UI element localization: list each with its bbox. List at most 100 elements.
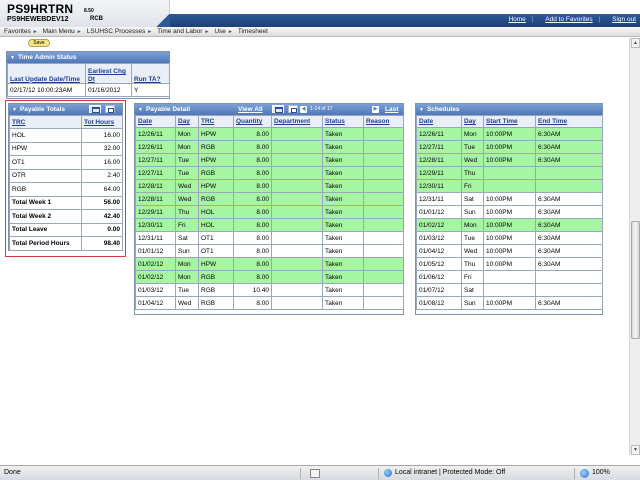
cell-day: Mon	[175, 127, 199, 141]
breadcrumb-use[interactable]: Use	[214, 27, 226, 37]
table-row: Total Week 2 42.40	[9, 209, 123, 224]
col-header-run-ta[interactable]: Run TA?	[131, 63, 170, 84]
cell-end-time: 6:30AM	[535, 244, 603, 258]
cell-trc: HOL	[9, 128, 82, 143]
cell-date: 01/02/12	[135, 257, 176, 271]
table-row: 01/02/12 Mon HPW 8.00 Taken	[135, 257, 404, 271]
cell-run-ta: Y	[131, 83, 170, 97]
cell-start-time: 10:00PM	[483, 244, 536, 258]
cell-day: Wed	[175, 192, 199, 206]
cell-day: Sun	[175, 244, 199, 258]
cell-trc: RGB	[198, 192, 234, 206]
cell-end-time	[535, 283, 603, 297]
divider	[378, 468, 379, 479]
zoom-icon[interactable]	[580, 469, 589, 478]
cell-start-time: 10:00PM	[483, 218, 536, 232]
security-zone-text[interactable]: Local intranet | Protected Mode: Off	[395, 469, 505, 476]
home-link[interactable]: Home	[508, 16, 525, 23]
zoom-level[interactable]: 100%	[592, 469, 610, 476]
cell-day: Sun	[461, 205, 484, 219]
breadcrumb-main-menu[interactable]: Main Menu	[43, 27, 75, 37]
col-header-date[interactable]: Date	[135, 115, 176, 128]
col-header-start-time[interactable]: Start Time	[483, 115, 536, 128]
download-icon[interactable]	[105, 105, 115, 113]
cell-tot-hours: 56.00	[81, 195, 123, 210]
save-button[interactable]: Save	[28, 39, 50, 47]
cell-trc: RGB	[198, 296, 234, 310]
cell-end-time	[535, 270, 603, 284]
cell-start-time: 10:00PM	[483, 205, 536, 219]
cell-day: Thu	[461, 257, 484, 271]
col-header-quantity[interactable]: Quantity	[233, 115, 272, 128]
cell-status: Taken	[322, 257, 364, 271]
breadcrumb-timesheet[interactable]: Timesheet	[238, 27, 268, 37]
cell-date: 01/01/12	[416, 205, 462, 219]
cell-quantity: 8.00	[233, 127, 272, 141]
cell-day: Sat	[461, 192, 484, 206]
collapse-triangle-icon[interactable]: ▼	[12, 107, 17, 113]
breadcrumb-favorites[interactable]: Favorites	[4, 27, 31, 37]
col-header-date[interactable]: Date	[416, 115, 462, 128]
cell-date: 01/05/12	[416, 257, 462, 271]
divider	[574, 468, 575, 479]
cell-trc: OT1	[198, 231, 234, 245]
table-header-row: TRC Tot Hours	[9, 115, 123, 129]
grid-view-icon[interactable]	[272, 105, 284, 113]
col-header-last-update[interactable]: Last Update Date/Time	[7, 63, 86, 84]
cell-reason	[363, 257, 404, 271]
cell-reason	[363, 270, 404, 284]
table-row: 12/31/11 Sat 10:00PM 6:30AM	[416, 192, 603, 206]
table-row: 01/02/12 Mon RGB 8.00 Taken	[135, 270, 404, 284]
col-header-reason[interactable]: Reason	[363, 115, 404, 128]
cell-quantity: 8.00	[233, 218, 272, 232]
collapse-triangle-icon[interactable]: ▼	[10, 55, 15, 61]
add-to-favorites-link[interactable]: Add to Favorites	[545, 16, 592, 23]
col-header-status[interactable]: Status	[322, 115, 364, 128]
cell-date: 01/02/12	[416, 218, 462, 232]
table-row: 12/29/11 Thu HOL 8.00 Taken	[135, 205, 404, 219]
scroll-thumb[interactable]	[631, 221, 640, 339]
previous-icon[interactable]: ◀	[300, 106, 307, 113]
col-header-trc[interactable]: TRC	[9, 115, 82, 129]
cell-department	[271, 166, 323, 180]
col-header-earliest-chg-dt[interactable]: Earliest Chg Dt	[85, 63, 132, 84]
cell-start-time: 10:00PM	[483, 140, 536, 154]
cell-date: 12/30/11	[135, 218, 176, 232]
cell-date: 01/08/12	[416, 296, 462, 310]
cell-start-time: 10:00PM	[483, 153, 536, 167]
cell-department	[271, 218, 323, 232]
cell-day: Mon	[175, 257, 199, 271]
cell-tot-hours: 64.00	[81, 182, 123, 197]
vertical-scrollbar[interactable]: ▲ ▼	[629, 38, 640, 455]
scroll-down-icon[interactable]: ▼	[631, 445, 640, 455]
cell-tot-hours: 0.00	[81, 222, 123, 237]
last-link[interactable]: Last	[385, 104, 398, 115]
download-icon[interactable]	[288, 105, 298, 113]
breadcrumb-time-and-labor[interactable]: Time and Labor	[157, 27, 202, 37]
collapse-triangle-icon[interactable]: ▼	[419, 107, 424, 113]
col-header-tot-hours[interactable]: Tot Hours	[81, 115, 123, 129]
cell-day: Tue	[461, 140, 484, 154]
cell-day: Mon	[461, 218, 484, 232]
cell-status: Taken	[322, 166, 364, 180]
cell-quantity: 8.00	[233, 270, 272, 284]
cell-quantity: 8.00	[233, 296, 272, 310]
breadcrumb-lsuhsc-processes[interactable]: LSUHSC Processes	[87, 27, 146, 37]
scroll-up-icon[interactable]: ▲	[631, 38, 640, 48]
sign-out-link[interactable]: Sign out	[612, 16, 636, 23]
col-header-day[interactable]: Day	[461, 115, 484, 128]
server-name: PS9HEWEBDEV12	[7, 16, 69, 23]
grid-view-icon[interactable]	[89, 105, 101, 113]
col-header-day[interactable]: Day	[175, 115, 199, 128]
next-icon[interactable]: ▶	[372, 106, 379, 113]
col-header-end-time[interactable]: End Time	[535, 115, 603, 128]
cell-last-update: 02/17/12 10:00:23AM	[7, 83, 86, 97]
col-header-trc[interactable]: TRC	[198, 115, 234, 128]
collapse-triangle-icon[interactable]: ▼	[138, 107, 143, 113]
col-header-department[interactable]: Department	[271, 115, 323, 128]
cell-quantity: 8.00	[233, 257, 272, 271]
cell-date: 12/27/11	[416, 140, 462, 154]
panel-header: ▼ Schedules	[416, 104, 602, 115]
view-all-link[interactable]: View All	[238, 104, 263, 115]
cell-date: 12/27/11	[135, 166, 176, 180]
